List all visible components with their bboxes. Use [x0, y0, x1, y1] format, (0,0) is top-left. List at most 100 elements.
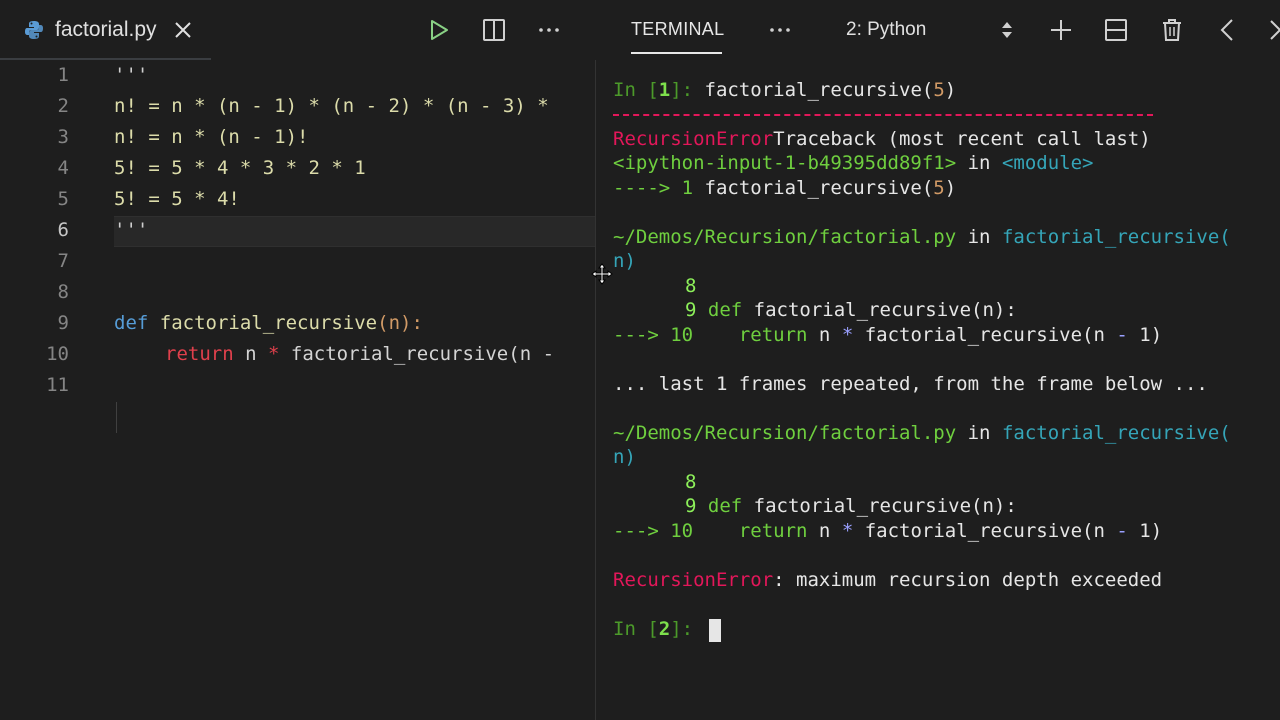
- input-ref: <ipython-input-1-b49395dd89f1>: [613, 152, 957, 174]
- more-icon[interactable]: [768, 18, 792, 42]
- terminal-line: RecursionErrorTraceback (most recent cal…: [613, 127, 1151, 151]
- keyword: return: [738, 520, 808, 542]
- code-text: ''': [114, 219, 149, 241]
- prompt: ]:: [670, 79, 705, 101]
- traceback-separator: [613, 114, 1153, 116]
- trash-icon[interactable]: [1160, 18, 1184, 42]
- frame-function: factorial_recursive(: [1001, 226, 1231, 248]
- editor-tab[interactable]: factorial.py: [0, 0, 211, 60]
- terminal-panel[interactable]: In [1]: factorial_recursive(5) Recursion…: [596, 60, 1280, 720]
- prompt: In [: [613, 79, 659, 101]
- close-icon[interactable]: [173, 20, 193, 40]
- keyword: def: [114, 312, 149, 334]
- line-number: 10: [46, 343, 69, 365]
- code-text: return n * factorial_recursive(n -: [165, 339, 554, 370]
- split-editor-icon[interactable]: [482, 18, 506, 42]
- terminal-line: ... last 1 frames repeated, from the fra…: [613, 373, 1208, 395]
- args: (n -: [508, 343, 555, 365]
- arrow: ---> 10: [613, 324, 694, 346]
- file-path: ~/Demos/Recursion/factorial.py: [613, 226, 957, 248]
- chevron-left-icon[interactable]: [1216, 18, 1240, 42]
- module-ref: <module>: [1001, 152, 1094, 174]
- operator: *: [841, 520, 854, 542]
- traceback-header: Traceback (most recent call last): [773, 128, 1151, 150]
- tab-filename: factorial.py: [55, 18, 157, 41]
- line-number: 9: [685, 299, 697, 321]
- line-number: 9: [685, 495, 697, 517]
- operator: -: [1116, 324, 1128, 346]
- in-word: in: [956, 226, 1002, 248]
- in-word: in: [956, 422, 1002, 444]
- line-number: 8: [685, 275, 697, 297]
- prompt-number: 2: [658, 618, 671, 640]
- run-icon[interactable]: [427, 18, 451, 42]
- terminal-line: In [1]: factorial_recursive(5): [613, 78, 956, 102]
- arrow: ----> 1: [613, 177, 705, 199]
- indent-guide: [116, 402, 117, 433]
- error-name: RecursionError: [613, 128, 774, 150]
- keyword: def: [707, 299, 743, 321]
- variable: n: [245, 343, 257, 365]
- top-bar: factorial.py TERMINAL 2: Python: [0, 0, 1280, 60]
- code-editor[interactable]: 1 ''' 2 n! = n * (n - 1) * (n - 2) * (n …: [0, 60, 595, 720]
- file-path: ~/Demos/Recursion/factorial.py: [613, 422, 957, 444]
- frame-function: factorial_recursive(: [1001, 422, 1231, 444]
- code-text: ''': [114, 64, 149, 86]
- line-number: 9: [57, 312, 69, 334]
- in-word: in: [956, 152, 1002, 174]
- terminal-line: 9 def factorial_recursive(n):: [685, 494, 1017, 518]
- frame-param: n): [613, 250, 636, 272]
- paren: ): [944, 79, 957, 101]
- terminal-line: ~/Demos/Recursion/factorial.py in factor…: [613, 225, 1231, 249]
- code-line: 11: [0, 370, 595, 401]
- terminal-select[interactable]: 2: Python: [846, 19, 926, 41]
- line-number: 6: [57, 219, 69, 241]
- close-icon[interactable]: [1268, 18, 1280, 42]
- line-number: 1: [57, 64, 69, 86]
- command: factorial_recursive(: [704, 79, 934, 101]
- code-line: 2 n! = n * (n - 1) * (n - 2) * (n - 3) *: [0, 91, 595, 122]
- select-arrows-icon[interactable]: [1000, 20, 1014, 40]
- terminal-line: 8: [685, 470, 696, 494]
- terminal-line: ----> 1 factorial_recursive(5): [613, 176, 956, 200]
- error-name: RecursionError: [613, 569, 774, 591]
- code: factorial_recursive(: [704, 177, 934, 199]
- code-line: 7: [0, 246, 595, 277]
- line-number: 8: [57, 281, 69, 303]
- function-call: factorial_recursive: [290, 343, 509, 365]
- terminal-line: ---> 10 return n * factorial_recursive(n…: [613, 323, 1162, 347]
- code-text: n! = n * (n - 1)!: [114, 126, 309, 148]
- terminal-line: ~/Demos/Recursion/factorial.py in factor…: [613, 421, 1231, 445]
- error-message: : maximum recursion depth exceeded: [773, 569, 1163, 591]
- code: factorial_recursive(n: [853, 520, 1117, 542]
- operator: *: [841, 324, 854, 346]
- code-line: 4 5! = 5 * 4 * 3 * 2 * 1: [0, 153, 595, 184]
- operator: *: [268, 343, 280, 365]
- paren: (: [377, 312, 389, 334]
- operator: -: [1116, 520, 1128, 542]
- split-terminal-icon[interactable]: [1104, 18, 1128, 42]
- terminal-line: RecursionError: maximum recursion depth …: [613, 568, 1162, 592]
- line-number: 5: [57, 188, 69, 210]
- plus-icon[interactable]: [1049, 18, 1073, 42]
- variable: n: [807, 324, 842, 346]
- frame-param: n): [613, 446, 636, 468]
- arrow: ---> 10: [613, 520, 694, 542]
- move-cursor-icon: [591, 263, 613, 285]
- terminal-line: In [2]:: [613, 617, 705, 641]
- keyword: def: [707, 495, 743, 517]
- terminal-line: 8: [685, 274, 696, 298]
- code: factorial_recursive(n: [853, 324, 1117, 346]
- keyword: return: [165, 343, 234, 365]
- terminal-line: ---> 10 return n * factorial_recursive(n…: [613, 519, 1162, 543]
- prompt-number: 1: [658, 79, 671, 101]
- terminal-line: <ipython-input-1-b49395dd89f1> in <modul…: [613, 151, 1093, 175]
- code: factorial_recursive(n):: [742, 299, 1017, 321]
- tab-terminal[interactable]: TERMINAL: [631, 19, 724, 40]
- paren: ):: [400, 312, 423, 334]
- code-text: 5! = 5 * 4 * 3 * 2 * 1: [114, 157, 366, 179]
- terminal-line: n): [613, 249, 636, 273]
- line-number: 4: [57, 157, 69, 179]
- more-actions-icon[interactable]: [537, 18, 561, 42]
- function-name: factorial_recursive: [159, 312, 378, 334]
